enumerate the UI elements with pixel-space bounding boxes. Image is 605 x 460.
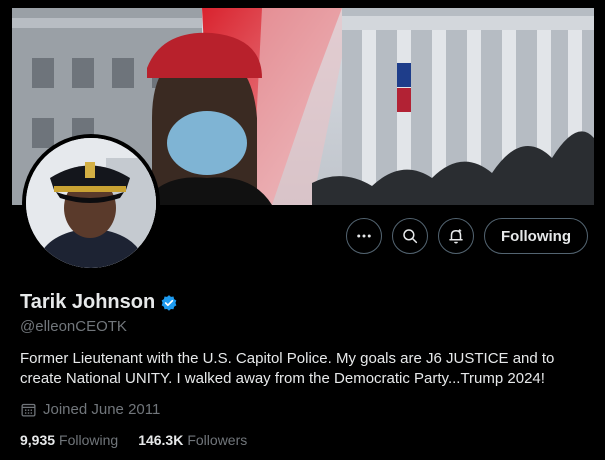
followers-label: Followers — [187, 432, 248, 448]
profile-bio: Former Lieutenant with the U.S. Capitol … — [20, 350, 555, 387]
joined-date: Joined June 2011 — [20, 401, 160, 418]
profile-page: Following Tarik Johnson @elleonCEOTK For… — [0, 0, 605, 460]
search-icon — [403, 229, 418, 244]
following-button[interactable]: Following — [484, 218, 588, 254]
avatar[interactable] — [22, 134, 160, 272]
search-profile-button[interactable] — [392, 218, 429, 254]
display-name: Tarik Johnson — [20, 291, 156, 313]
joined-text: Joined June 2011 — [43, 401, 161, 418]
verified-badge-icon[interactable] — [160, 294, 178, 312]
name-row: Tarik Johnson — [20, 291, 178, 314]
more-button[interactable] — [346, 218, 383, 254]
profile-photo — [26, 138, 156, 268]
calendar-icon — [21, 403, 36, 417]
following-stat[interactable]: 9,935 Following — [20, 432, 118, 448]
notification-bell-icon — [449, 229, 463, 244]
profile-actions: Following — [346, 218, 588, 254]
profile-stats: 9,935 Following 146.3K Followers — [20, 432, 247, 448]
more-icon — [357, 234, 371, 238]
notify-button[interactable] — [438, 218, 475, 254]
followers-stat[interactable]: 146.3K Followers — [138, 432, 247, 448]
following-label: Following — [59, 432, 119, 448]
followers-count: 146.3K — [138, 432, 184, 448]
profile-handle: @elleonCEOTK — [20, 318, 127, 335]
following-count: 9,935 — [20, 432, 56, 448]
